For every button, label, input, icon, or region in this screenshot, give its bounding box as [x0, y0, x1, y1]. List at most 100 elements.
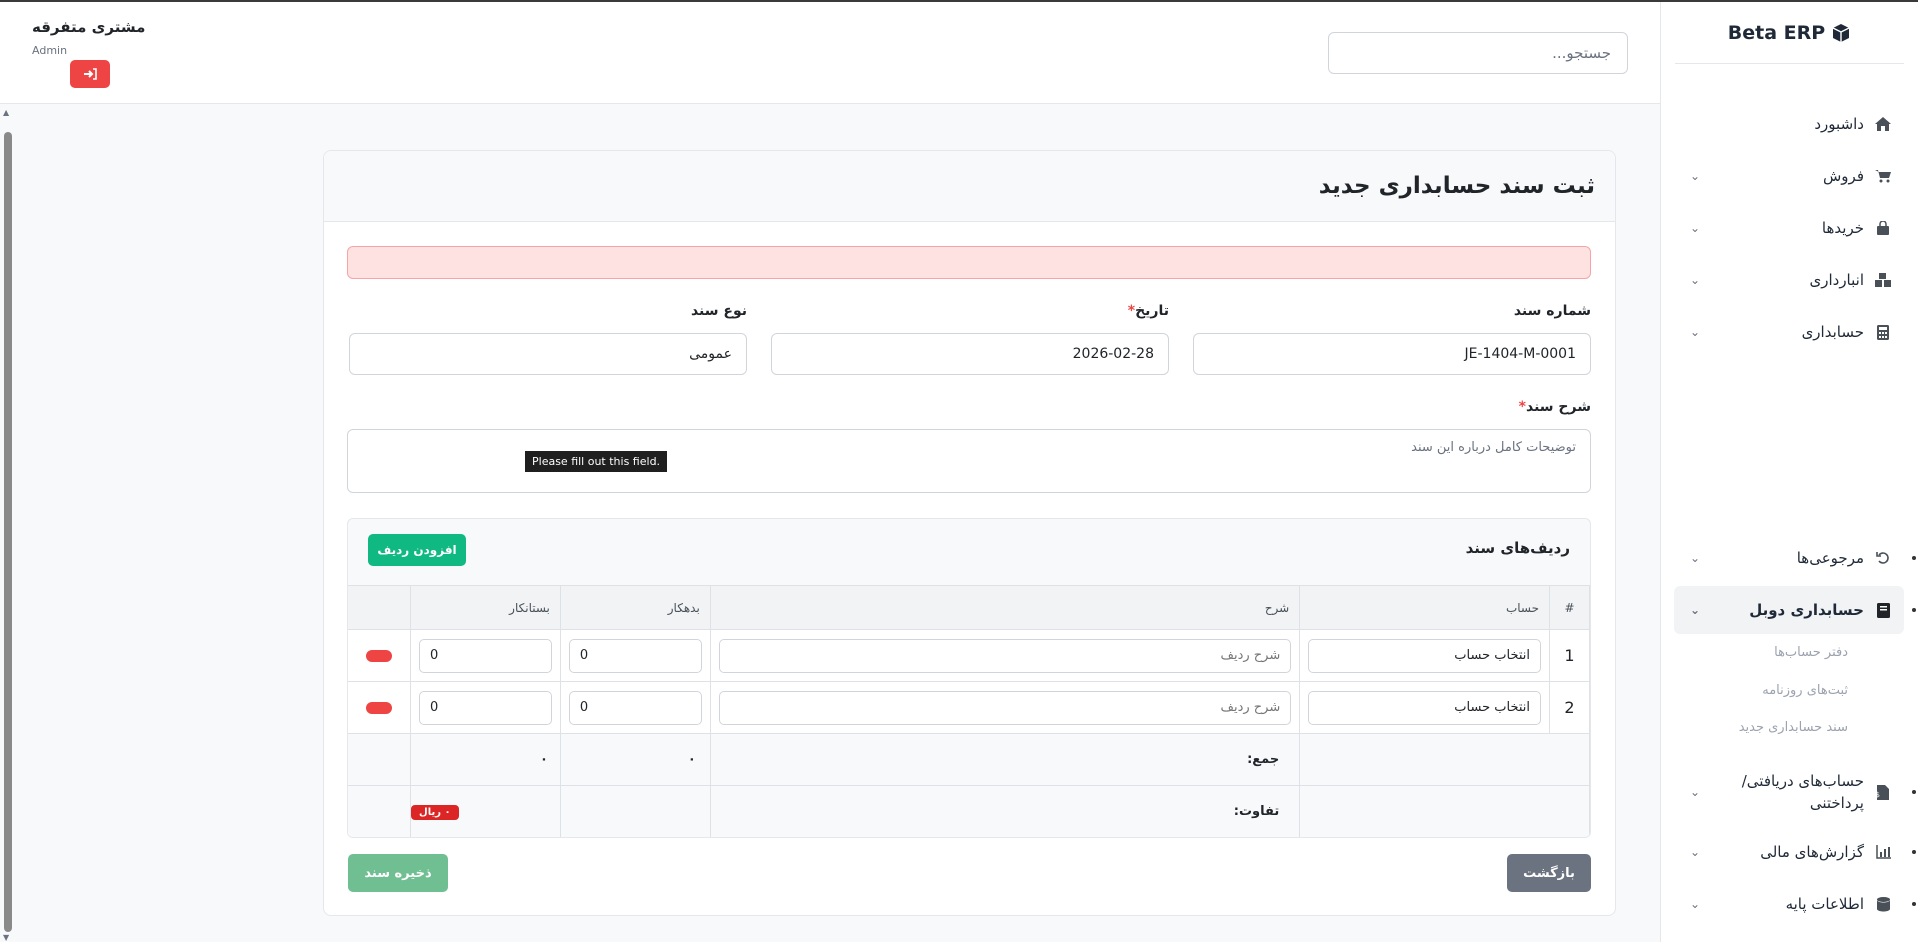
invoice-icon: $ [1874, 783, 1892, 801]
row-description-input[interactable] [718, 690, 1292, 725]
account-select[interactable] [1308, 690, 1542, 725]
chart-icon [1874, 843, 1892, 861]
sidebar-item-double-entry[interactable]: حسابداری دوبل ⌄ [1674, 586, 1916, 634]
sidebar-item-label: حساب‌های دریافتی/ پرداختنی [1741, 771, 1864, 813]
chevron-down-icon[interactable]: ⌄ [1690, 551, 1700, 565]
logout-button[interactable] [70, 60, 110, 88]
row-description-input[interactable] [718, 638, 1292, 673]
difference-row: تفاوت: ۰ ریال [348, 785, 1590, 837]
sidebar-item-accounting[interactable]: حسابداری ⌄ [1674, 308, 1904, 356]
book-icon [1874, 601, 1892, 619]
sidebar-item-returns[interactable]: مرجوعی‌ها ⌄ [1674, 534, 1916, 582]
doc-type-label: نوع سند [690, 303, 747, 319]
description-label: شرح سند* [1518, 399, 1591, 415]
credit-input[interactable] [419, 690, 552, 725]
sidebar-item-label: داشبورد [1814, 115, 1864, 133]
sidebar-item-label: حسابداری [1801, 323, 1864, 341]
sum-label: جمع: [709, 733, 1301, 786]
validation-tooltip: Please fill out this field. [525, 451, 668, 472]
error-alert [347, 246, 1591, 279]
doc-number-label: شماره سند [1513, 303, 1591, 319]
cube-icon [1832, 23, 1850, 42]
account-select[interactable] [1308, 638, 1542, 673]
chevron-down-icon[interactable]: ⌄ [1690, 273, 1700, 287]
sign-out-icon [84, 68, 97, 80]
table-header-row: # حساب شرح بدهکار بستانکار [348, 585, 1590, 630]
sidebar-subitem-journal-entries[interactable]: ثبت‌های روزنامه [1762, 683, 1848, 698]
chevron-down-icon[interactable]: ⌄ [1690, 325, 1700, 339]
sidebar-item-receivables-payables[interactable]: $ حساب‌های دریافتی/ پرداختنی ⌄ [1674, 762, 1916, 822]
column-header-description: شرح [709, 585, 1301, 630]
doc-type-select[interactable] [349, 333, 747, 375]
brand[interactable]: Beta ERP [1675, 2, 1904, 64]
scroll-up-arrow-icon[interactable]: ▲ [3, 108, 9, 117]
delete-row-button[interactable] [365, 649, 392, 662]
svg-text:$: $ [1877, 791, 1880, 799]
sum-row: جمع: ۰ ۰ [348, 733, 1590, 786]
sidebar-subitem-accounts-ledger[interactable]: دفتر حساب‌ها [1774, 645, 1848, 660]
back-button[interactable]: بازگشت [1507, 854, 1591, 892]
column-header-credit: بستانکار [410, 585, 561, 630]
scroll-down-arrow-icon[interactable]: ▼ [3, 933, 9, 942]
home-icon [1874, 115, 1892, 133]
save-voucher-button[interactable]: ذخیره سند [348, 854, 448, 892]
scroll-thumb[interactable] [4, 132, 12, 932]
sidebar-subitem-new-voucher[interactable]: سند حسابداری جدید [1739, 720, 1848, 735]
table-row: 1 [348, 629, 1590, 682]
voucher-rows-table: # حساب شرح بدهکار بستانکار 1 انتخاب حساب… [348, 585, 1590, 837]
cart-icon [1874, 167, 1892, 185]
chevron-down-icon[interactable]: ⌄ [1690, 845, 1700, 859]
boxes-icon [1874, 271, 1892, 289]
search-input[interactable] [1328, 32, 1628, 74]
sidebar-item-inventory[interactable]: انبارداری ⌄ [1674, 256, 1904, 304]
chevron-down-icon[interactable]: ⌄ [1690, 897, 1700, 911]
sidebar-item-purchases[interactable]: خریدها ⌄ [1674, 204, 1904, 252]
debit-input[interactable] [568, 638, 702, 673]
chevron-down-icon[interactable]: ⌄ [1690, 783, 1700, 801]
sidebar: Beta ERP داشبورد فروش ⌄ خریدها ⌄ انباردا… [1660, 2, 1918, 942]
sidebar-item-label: مرجوعی‌ها [1796, 549, 1864, 567]
sidebar-item-label: گزارش‌های مالی [1760, 843, 1864, 861]
table-row: 2 [348, 681, 1590, 734]
chevron-down-icon[interactable]: ⌄ [1690, 603, 1700, 617]
delete-row-button[interactable] [365, 701, 392, 714]
bullet-dot [1912, 608, 1916, 612]
difference-badge: ۰ ریال [411, 804, 459, 820]
calculator-icon [1874, 323, 1892, 341]
chevron-down-icon[interactable]: ⌄ [1690, 169, 1700, 183]
chevron-down-icon[interactable]: ⌄ [1690, 221, 1700, 235]
sidebar-item-dashboard[interactable]: داشبورد [1674, 100, 1904, 148]
voucher-form-card: ثبت سند حسابداری جدید شماره سند تاریخ* ن… [323, 150, 1616, 916]
difference-label: تفاوت: [709, 785, 1301, 837]
brand-name: Beta ERP [1727, 21, 1826, 44]
rows-title: ردیف‌های سند [1465, 539, 1570, 557]
bullet-dot [1912, 790, 1916, 794]
bullet-dot [1912, 556, 1916, 560]
sidebar-item-label: خریدها [1821, 219, 1864, 237]
voucher-rows-panel: ردیف‌های سند افزودن ردیف # حساب شرح بدهک… [347, 518, 1591, 838]
row-number: 2 [1549, 681, 1590, 734]
topbar: مشتری متفرقه Admin [0, 2, 1660, 104]
bullet-dot [1912, 902, 1916, 906]
add-row-button[interactable]: افزودن ردیف [368, 534, 466, 566]
sidebar-item-financial-reports[interactable]: گزارش‌های مالی ⌄ [1674, 828, 1916, 876]
undo-icon [1874, 549, 1892, 567]
sidebar-item-sales[interactable]: فروش ⌄ [1674, 152, 1904, 200]
column-header-num: # [1549, 585, 1590, 630]
column-header-account: حساب [1299, 585, 1551, 630]
column-header-debit: بدهکار [559, 585, 711, 630]
user-name: مشتری متفرقه [32, 18, 146, 36]
database-icon [1874, 895, 1892, 913]
sum-debit: ۰ [559, 733, 711, 786]
bag-icon [1874, 219, 1892, 237]
row-number: 1 [1549, 629, 1590, 682]
debit-input[interactable] [568, 690, 702, 725]
scrollbar[interactable]: ▲ ▼ [0, 108, 14, 942]
sidebar-item-base-info[interactable]: اطلاعات پایه ⌄ [1674, 880, 1916, 928]
bullet-dot [1912, 850, 1916, 854]
doc-number-input[interactable] [1193, 333, 1591, 375]
credit-input[interactable] [419, 638, 552, 673]
date-input[interactable] [771, 333, 1169, 375]
sidebar-item-label: فروش [1822, 167, 1864, 185]
date-label: تاریخ* [1127, 303, 1169, 319]
